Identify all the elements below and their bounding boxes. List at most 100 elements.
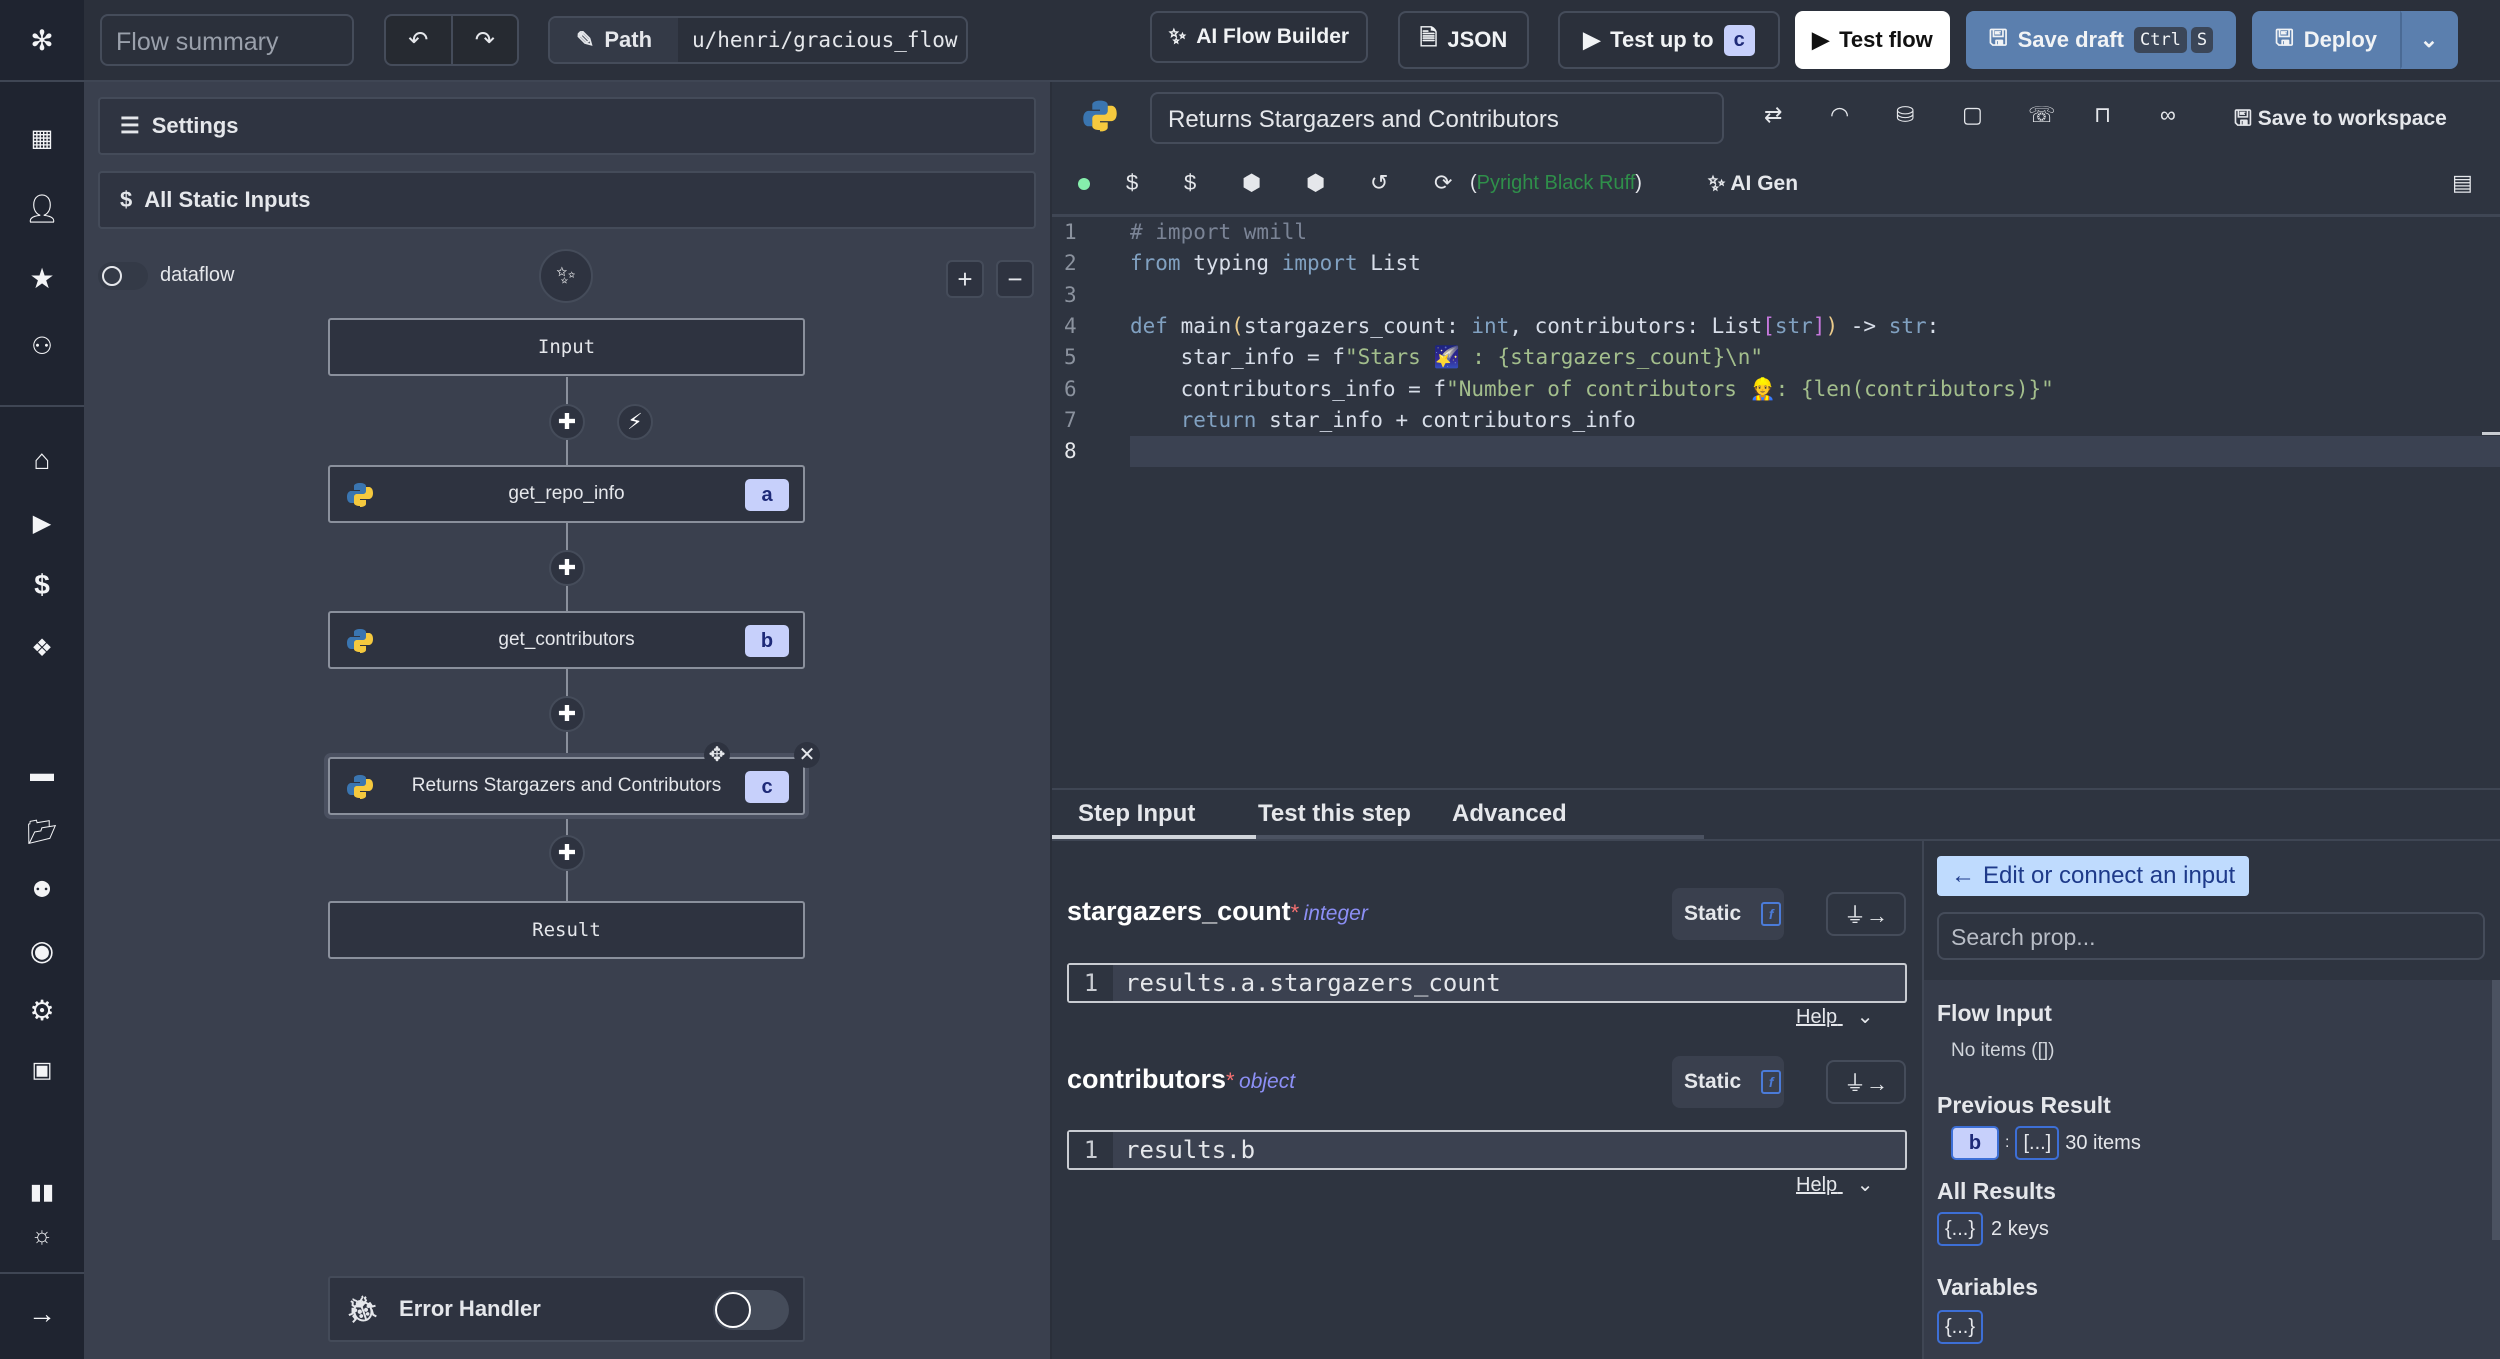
play-icon[interactable]: ▶ [22,503,62,543]
panel-icon[interactable]: ▤ [2452,170,2473,196]
robot-icon[interactable]: ▣ [22,1050,62,1090]
flow-node-returns-stargazers[interactable]: Returns Stargazers and Contributors c [328,757,805,815]
save-icon: 🖫 [2274,25,2294,50]
settings-gear-icon[interactable]: ⚙ [22,990,62,1030]
deploy-button[interactable]: 🖫 Deploy [2252,11,2400,69]
chevron-down-icon: ⌄ [1856,1174,1874,1196]
previous-result-heading: Previous Result [1937,1092,2111,1118]
path-value[interactable]: u/henri/gracious_flow [678,18,958,62]
save-draft-button[interactable]: 🖫 Save draft Ctrl S [1966,11,2236,69]
static-toggle[interactable]: Static f [1672,1056,1784,1108]
array-expand-button[interactable]: [...] [2015,1126,2060,1160]
ai-flow-builder-button[interactable]: ✨︎ AI Flow Builder [1150,11,1368,63]
redo-button[interactable]: ↷ [453,16,518,64]
magic-wand-icon: ✨︎ [1708,172,1726,195]
edit-or-connect-input-button[interactable]: ← Edit or connect an input [1937,856,2250,896]
dollar-icon[interactable]: $ [22,565,62,605]
home-icon[interactable]: ⌂ [22,440,62,480]
timeout-gauge-icon[interactable]: ◠ [1830,102,1849,128]
users-icon[interactable]: ⚇ [22,326,62,366]
step-b-badge[interactable]: b [1951,1126,1999,1160]
step-summary-input[interactable]: Returns Stargazers and Contributors [1150,92,1724,144]
connect-plug-button[interactable]: ⏚→ [1826,892,1906,936]
eye-icon[interactable]: ◉ [22,930,62,970]
error-handler-toggle[interactable] [713,1290,789,1330]
error-handler-row[interactable]: 🐞︎ Error Handler [328,1276,805,1342]
save-to-workspace-button[interactable]: 🖫 Save to workspace [2234,104,2447,139]
deploy-options-chevron-icon[interactable]: ⌄ [2400,11,2458,69]
package-icon[interactable]: ⬢ [1242,170,1261,196]
help-toggle[interactable]: Help ⌄ [1796,1172,1873,1197]
test-flow-button[interactable]: ▶ Test flow [1795,11,1950,69]
star-icon[interactable]: ★ [22,258,62,298]
function-icon[interactable]: f [1761,1070,1782,1094]
tab-test-this-step[interactable]: Test this step [1258,800,1411,828]
package-icon[interactable]: ⬢ [1306,170,1325,196]
reset-icon[interactable]: ↺ [1370,170,1388,196]
dataflow-toggle[interactable] [98,262,148,290]
add-step-plus-icon[interactable]: ✚ [549,835,585,871]
flow-node-result[interactable]: Result [328,901,805,959]
lint-tools[interactable]: (Pyright Black Ruff) [1470,172,1642,195]
zoom-out-button[interactable]: − [996,260,1034,298]
flow-node-get-contributors[interactable]: get_contributors b [328,611,805,669]
flow-editor-panel: ☰ Settings $ All Static Inputs dataflow ✨︎… [84,82,1052,1359]
reload-icon[interactable]: ⟳ [1434,170,1452,196]
connect-plug-button[interactable]: ⏚→ [1826,1060,1906,1104]
expand-arrow-icon[interactable]: → [22,1294,62,1334]
calendar-icon[interactable]: ▬ [22,754,62,794]
step-id-badge: c [745,771,789,803]
settings-button[interactable]: ☰ Settings [98,97,1036,155]
windmill-logo-icon[interactable]: ✻ [22,20,62,60]
tab-advanced[interactable]: Advanced [1452,800,1567,828]
json-button[interactable]: 🗎 JSON [1398,11,1529,69]
play-icon: ▶ [1812,27,1830,52]
voicemail-icon[interactable]: ∞ [2160,102,2176,128]
expression-editor[interactable]: 1 results.b [1067,1130,1907,1170]
sleep-bed-icon[interactable]: ⊓ [2094,102,2111,128]
retry-icon[interactable]: ⇄ [1764,102,1782,128]
boxes-icon[interactable]: ❖ [22,628,62,668]
user-icon[interactable]: 👤︎ [22,188,62,228]
flow-node-input[interactable]: Input [328,318,805,376]
function-icon[interactable]: f [1761,902,1782,926]
test-up-to-button[interactable]: ▶ Test up to c [1558,11,1780,69]
add-step-plus-icon[interactable]: ✚ [549,550,585,586]
move-handle-icon[interactable]: ✥ [704,742,730,768]
dollar-resource-icon[interactable]: $ [1184,170,1196,196]
book-icon[interactable]: ▮▮ [22,1172,62,1212]
flow-node-get-repo-info[interactable]: get_repo_info a [328,465,805,523]
tab-step-input[interactable]: Step Input [1078,800,1195,828]
main-nav: ✻ ▦ 👤︎ ★ ⚇ ⌂ ▶ $ ❖ ▬ 📂︎ ⚉ ◉ ⚙ ▣ ▮▮ ☼ → [0,0,84,1359]
flow-summary-input[interactable]: Flow summary [100,14,354,66]
sun-theme-icon[interactable]: ☼ [22,1216,62,1256]
trigger-lightning-icon[interactable]: ⚡︎ [617,404,653,440]
ai-gen-button[interactable]: ✨︎ AI Gen [1708,172,1798,196]
add-step-plus-icon[interactable]: ✚ [549,404,585,440]
workspace-building-icon[interactable]: ▦ [22,118,62,158]
object-expand-button[interactable]: {...} [1937,1212,1984,1246]
help-toggle[interactable]: Help ⌄ [1796,1004,1873,1029]
path-field[interactable]: ✎ Path u/henri/gracious_flow [548,16,968,64]
scrollbar[interactable] [2492,980,2500,1240]
add-step-plus-icon[interactable]: ✚ [549,696,585,732]
item-count: 30 items [2065,1131,2141,1154]
static-toggle[interactable]: Static f [1672,888,1784,940]
delete-step-close-icon[interactable]: ✕ [794,742,820,768]
folder-icon[interactable]: 📂︎ [22,812,62,852]
mock-square-icon[interactable]: ▢ [1962,102,1983,128]
ai-magic-wand-icon[interactable]: ✨︎ [539,249,593,303]
search-prop-input[interactable]: Search prop... [1937,912,2485,960]
static-inputs-button[interactable]: $ All Static Inputs [98,171,1036,229]
expression-editor[interactable]: 1 results.a.stargazers_count [1067,963,1907,1003]
groups-icon[interactable]: ⚉ [22,870,62,910]
path-label-button[interactable]: ✎ Path [550,18,678,62]
dollar-var-icon[interactable]: $ [1126,170,1138,196]
cache-database-icon[interactable]: ⛁ [1896,102,1914,128]
suspend-phone-icon[interactable]: ☏ [2028,102,2056,128]
magic-wand-icon: ✨︎ [1168,25,1187,48]
variables-expand-button[interactable]: {...} [1937,1310,1984,1344]
zoom-in-button[interactable]: + [946,260,984,298]
undo-button[interactable]: ↶ [386,16,453,64]
pencil-icon: ✎ [575,27,595,52]
